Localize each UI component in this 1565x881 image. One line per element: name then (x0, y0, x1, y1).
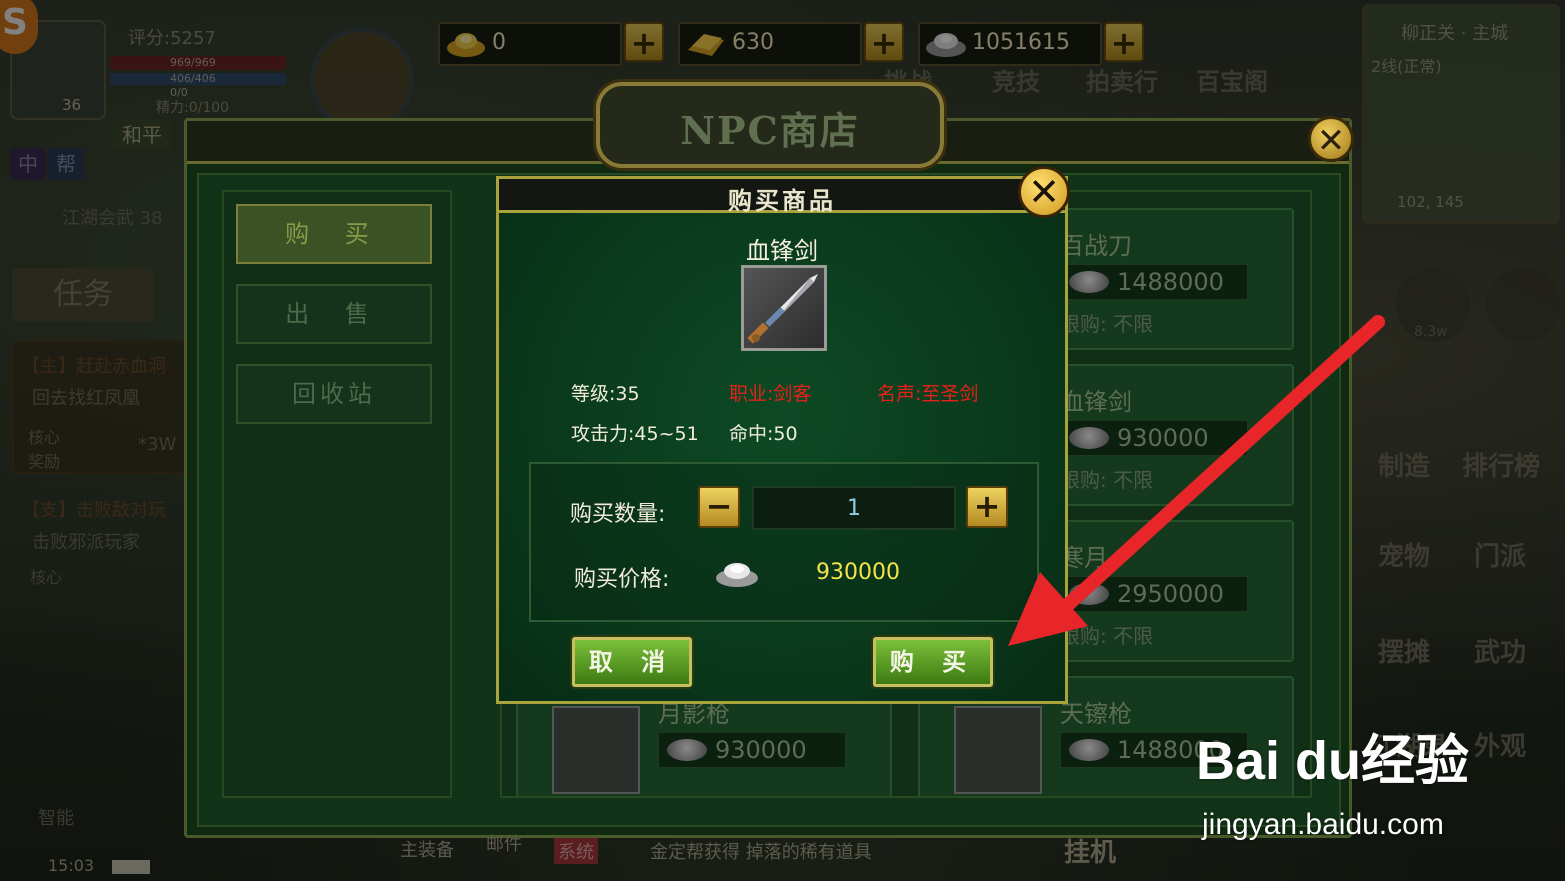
silver-coin-icon (1069, 271, 1109, 293)
ticker-text: 金定帮获得 掉落的稀有道具 (650, 842, 872, 863)
shop-title: NPC商店 (680, 108, 860, 153)
quantity-label: 购买数量: (570, 502, 666, 527)
dialog-title: 购买商品 (728, 187, 836, 215)
item-price: 1488000 (1117, 268, 1224, 296)
ticker-tag: 系统 (554, 838, 598, 864)
watermark-url: jingyan.baidu.com (1202, 808, 1444, 841)
clock-text: 15:03 (48, 856, 95, 875)
buy-button[interactable]: 购 买 (873, 637, 993, 687)
item-icon (552, 706, 640, 794)
dialog-close-button[interactable]: ✕ (1018, 166, 1070, 218)
item-icon (954, 706, 1042, 794)
stat-level: 等级:35 (571, 383, 640, 405)
tab-sell[interactable]: 出 售 (236, 284, 432, 344)
dialog-header: 购买商品 (499, 179, 1065, 215)
item-name: 血锋剑 (1060, 388, 1132, 416)
cancel-button[interactable]: 取 消 (572, 637, 692, 687)
silver-coin-icon (1069, 583, 1109, 605)
sword-icon (741, 265, 827, 351)
purchase-dialog: 购买商品 血锋剑 等级:35 职业:剑客 名声:至圣剑 攻击力:45~51 命中… (496, 176, 1068, 704)
idle-button[interactable]: 挂机 (1064, 832, 1116, 869)
mail-button[interactable]: 邮件 (486, 830, 522, 856)
silver-coin-icon (667, 739, 707, 761)
quantity-input[interactable] (752, 486, 956, 530)
tab-recycle[interactable]: 回收站 (236, 364, 432, 424)
stat-accuracy: 命中:50 (729, 423, 798, 445)
stat-profession: 职业:剑客 (729, 383, 812, 405)
battery-icon (112, 860, 150, 874)
silver-coin-icon (1069, 739, 1109, 761)
watermark-brand: Bai du经验 (1196, 731, 1470, 791)
price-label: 购买价格: (574, 567, 670, 592)
stat-reputation: 名声:至圣剑 (877, 383, 979, 405)
item-limit: 限购: 不限 (1060, 468, 1154, 492)
shop-title-plate: NPC商店 (596, 82, 944, 168)
item-limit: 限购: 不限 (1060, 312, 1154, 336)
item-name: 天镲枪 (1060, 700, 1132, 728)
item-price-box: 1488000 (1060, 264, 1248, 300)
item-price-box: 930000 (658, 732, 846, 768)
item-price-box: 930000 (1060, 420, 1248, 456)
item-price: 930000 (1117, 424, 1209, 452)
silver-coin-icon (1069, 427, 1109, 449)
silver-ingot-icon (716, 563, 758, 587)
dialog-item-name: 血锋剑 (746, 237, 818, 265)
item-price: 2950000 (1117, 580, 1224, 608)
stat-attack: 攻击力:45~51 (571, 423, 699, 445)
purchase-price: 930000 (816, 560, 900, 585)
item-price: 930000 (715, 736, 807, 764)
item-price-box: 2950000 (1060, 576, 1248, 612)
shop-close-button[interactable]: ✕ (1308, 116, 1354, 162)
decrease-quantity-button[interactable]: − (698, 486, 740, 528)
shop-tabs-panel: 购 买 出 售 回收站 (222, 190, 452, 798)
item-name: 百战刀 (1060, 232, 1132, 260)
increase-quantity-button[interactable]: + (966, 486, 1008, 528)
tab-buy[interactable]: 购 买 (236, 204, 432, 264)
item-limit: 限购: 不限 (1060, 624, 1154, 648)
equip-button[interactable]: 主装备 (400, 836, 454, 862)
